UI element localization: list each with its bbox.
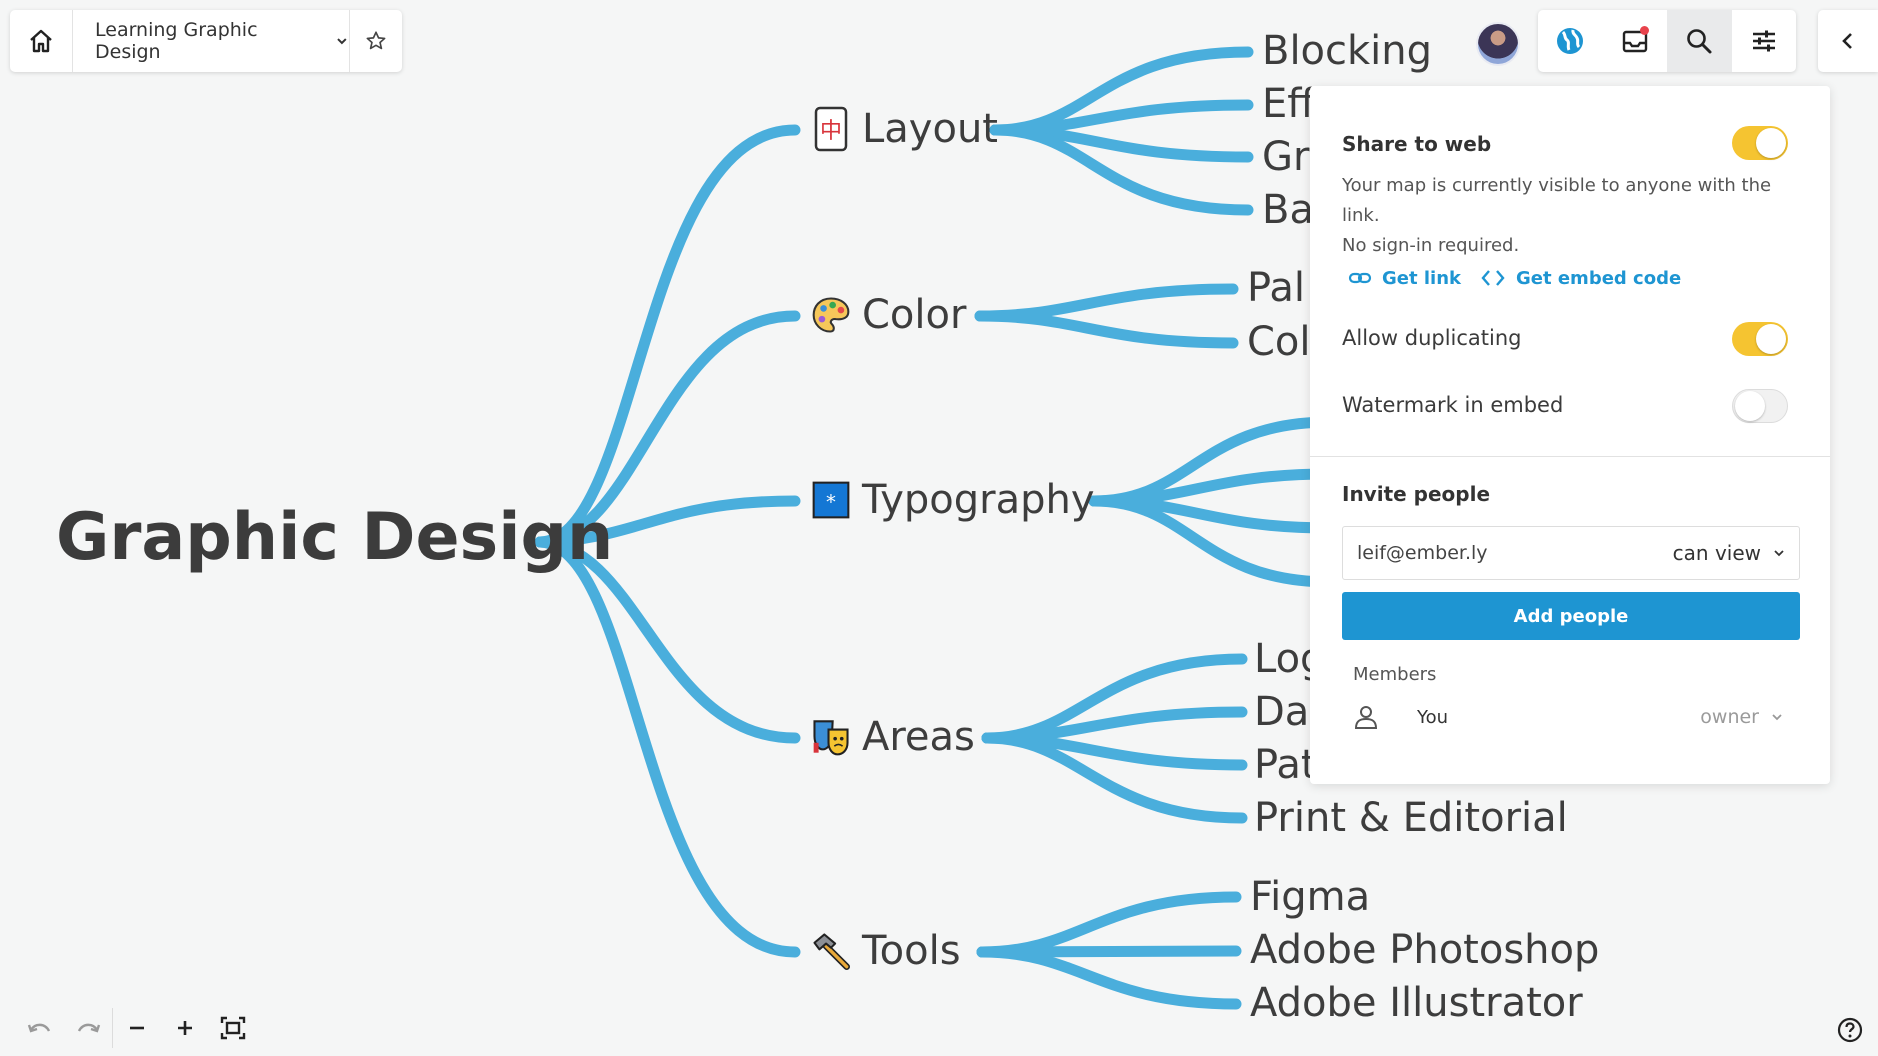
member-role: owner	[1700, 706, 1759, 728]
svg-text:中: 中	[820, 119, 842, 144]
share-settings-section: Share to web Your map is currently visib…	[1310, 86, 1830, 457]
code-icon	[1481, 270, 1505, 286]
search-button[interactable]	[1667, 10, 1732, 72]
map-title-dropdown[interactable]: Learning Graphic Design	[73, 10, 350, 72]
share-button[interactable]	[1538, 10, 1603, 72]
share-panel: Share to web Your map is currently visib…	[1310, 86, 1830, 784]
help-icon	[1837, 1017, 1863, 1043]
branch-tools[interactable]: Tools	[812, 928, 961, 974]
performing-arts-icon	[812, 714, 850, 760]
home-icon	[30, 29, 52, 53]
get-embed-code-label: Get embed code	[1516, 267, 1682, 289]
share-to-web-toggle[interactable]	[1732, 126, 1788, 160]
fit-screen-icon	[220, 1016, 246, 1040]
leaf-blocking[interactable]: Blocking	[1262, 31, 1432, 71]
star-icon	[366, 31, 386, 50]
collapse-panel-button[interactable]	[1818, 10, 1878, 72]
share-description-line-2: No sign-in required.	[1342, 235, 1520, 256]
branch-tools-label: Tools	[862, 928, 961, 974]
map-toolbar: Learning Graphic Design	[10, 10, 402, 72]
allow-duplicating-label: Allow duplicating	[1342, 326, 1522, 350]
inbox-button[interactable]	[1603, 10, 1668, 72]
branch-typography[interactable]: * Typography	[812, 477, 1095, 523]
connector-areas-dat	[981, 706, 1248, 744]
minus-icon	[130, 1026, 144, 1030]
undo-button[interactable]	[16, 1008, 64, 1048]
undo-icon	[27, 1023, 51, 1033]
share-description: Your map is currently visible to anyone …	[1342, 171, 1802, 261]
search-icon	[1687, 29, 1712, 54]
invite-email-value[interactable]: leif@ember.ly	[1357, 542, 1673, 564]
chevron-down-icon	[337, 38, 347, 45]
notification-dot	[1639, 26, 1649, 35]
home-button[interactable]	[10, 10, 73, 72]
branch-layout-label: Layout	[862, 106, 998, 152]
zoom-out-button[interactable]	[113, 1008, 161, 1048]
connector-root-tools	[534, 536, 801, 958]
user-icon	[1354, 706, 1378, 729]
branch-areas[interactable]: Areas	[812, 714, 975, 760]
chevron-left-icon	[1842, 33, 1852, 49]
globe-icon	[1557, 28, 1584, 54]
members-label: Members	[1353, 664, 1437, 685]
branch-typography-label: Typography	[862, 477, 1095, 523]
redo-icon	[77, 1023, 101, 1033]
hammer-icon	[812, 928, 850, 974]
invite-people-title: Invite people	[1342, 482, 1491, 506]
branch-layout[interactable]: 中 Layout	[812, 106, 998, 152]
avatar[interactable]	[1476, 22, 1520, 66]
permission-value: can view	[1672, 541, 1761, 565]
favorite-button[interactable]	[350, 10, 402, 72]
leaf-layout-2[interactable]: Eff	[1262, 84, 1315, 124]
get-link-button[interactable]: Get link	[1348, 266, 1461, 290]
chevron-down-icon	[1772, 714, 1782, 721]
member-row: You owner	[1353, 696, 1793, 738]
share-description-line-1: Your map is currently visible to anyone …	[1342, 175, 1772, 226]
add-people-button[interactable]: Add people	[1342, 592, 1800, 640]
leaf-layout-4[interactable]: Ba	[1262, 190, 1314, 230]
link-icon	[1348, 272, 1372, 284]
share-to-web-title: Share to web	[1342, 132, 1492, 156]
leaf-color-2[interactable]: Col	[1247, 322, 1311, 362]
connector-root-layout	[534, 124, 801, 548]
invite-email-field[interactable]: leif@ember.ly can view	[1342, 526, 1800, 580]
artist-palette-icon	[812, 292, 850, 338]
branch-color-label: Color	[862, 292, 967, 338]
right-toolbar	[1538, 10, 1796, 72]
redo-button[interactable]	[64, 1008, 112, 1048]
fit-to-screen-button[interactable]	[209, 1008, 257, 1048]
get-link-label: Get link	[1382, 267, 1461, 289]
asterisk-box-icon: *	[812, 477, 850, 523]
branch-areas-label: Areas	[862, 714, 975, 760]
map-title: Learning Graphic Design	[95, 19, 258, 63]
leaf-color-1[interactable]: Pal	[1247, 268, 1305, 308]
branch-color[interactable]: Color	[812, 292, 966, 338]
watermark-toggle[interactable]	[1732, 389, 1788, 423]
settings-button[interactable]	[1732, 10, 1797, 72]
get-embed-code-button[interactable]: Get embed code	[1480, 266, 1681, 290]
connector-tools-illustrator	[976, 946, 1242, 1010]
leaf-print-editorial[interactable]: Print & Editorial	[1254, 798, 1568, 838]
member-role-select[interactable]: owner	[1700, 706, 1793, 728]
leaf-adobe-illustrator[interactable]: Adobe Illustrator	[1250, 983, 1583, 1023]
sliders-icon	[1752, 30, 1775, 52]
leaf-areas-3[interactable]: Pat	[1254, 745, 1317, 785]
plus-icon	[178, 1021, 192, 1035]
allow-duplicating-toggle[interactable]	[1732, 322, 1788, 356]
watermark-label: Watermark in embed	[1342, 393, 1564, 417]
leaf-adobe-photoshop[interactable]: Adobe Photoshop	[1250, 930, 1599, 970]
canvas-controls	[16, 1008, 257, 1048]
connector-tools-figma	[976, 891, 1242, 958]
member-name: You	[1417, 706, 1449, 728]
connector-color-col	[974, 310, 1239, 349]
permission-select[interactable]: can view	[1673, 541, 1785, 565]
svg-text:*: *	[826, 490, 836, 513]
chevron-down-icon	[1774, 550, 1784, 557]
mahjong-tile-icon: 中	[812, 106, 850, 152]
leaf-figma[interactable]: Figma	[1250, 877, 1370, 917]
help-button[interactable]	[1830, 1010, 1870, 1050]
zoom-in-button[interactable]	[161, 1008, 209, 1048]
root-node[interactable]: Graphic Design	[56, 505, 613, 570]
